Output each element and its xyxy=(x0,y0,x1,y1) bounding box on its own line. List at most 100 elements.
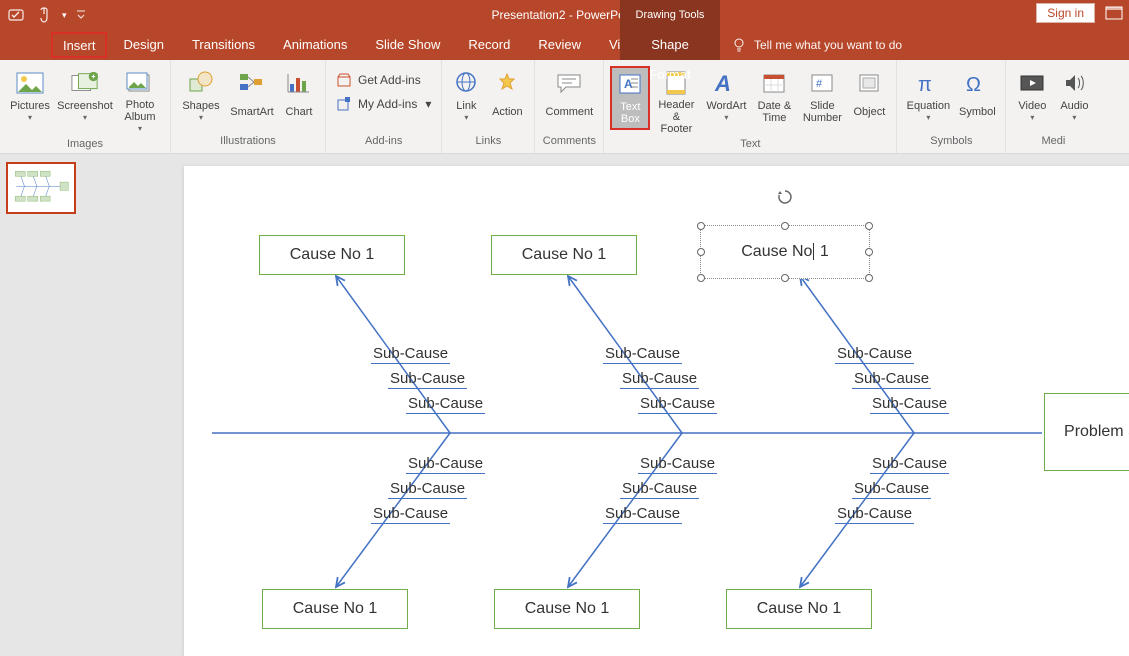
cause-box-5[interactable]: Cause No 1 xyxy=(494,589,640,629)
date-time-icon xyxy=(760,69,788,97)
audio-icon xyxy=(1060,69,1088,97)
ribbon-body: Pictures▾ Screenshot▾ Photo Album▾ Image… xyxy=(0,60,1129,154)
svg-text:π: π xyxy=(918,74,932,95)
wordart-button[interactable]: A WordArt▾ xyxy=(702,66,750,128)
tab-animations[interactable]: Animations xyxy=(269,30,361,60)
tab-design[interactable]: Design xyxy=(109,30,177,60)
date-time-button[interactable]: Date & Time xyxy=(752,66,796,128)
text-box-icon: A xyxy=(616,70,644,98)
comment-button[interactable]: Comment xyxy=(541,66,597,128)
pictures-button[interactable]: Pictures▾ xyxy=(6,66,54,128)
tell-me-search[interactable]: Tell me what you want to do xyxy=(732,38,902,52)
contextual-tools-label: Drawing Tools xyxy=(620,0,720,30)
subcause-label[interactable]: Sub-Cause xyxy=(371,505,450,524)
slide-thumbnails-panel[interactable] xyxy=(0,154,82,656)
video-button[interactable]: Video▾ xyxy=(1012,66,1052,128)
smartart-button[interactable]: SmartArt xyxy=(227,66,277,128)
screenshot-button[interactable]: Screenshot▾ xyxy=(56,66,114,128)
tab-shape-format[interactable]: Shape Format xyxy=(620,30,720,60)
touch-mouse-mode-icon[interactable] xyxy=(34,5,54,25)
subcause-label[interactable]: Sub-Cause xyxy=(638,395,717,414)
tab-record[interactable]: Record xyxy=(454,30,524,60)
ribbon-tabs: File Insert Design Transitions Animation… xyxy=(0,30,1129,60)
equation-icon: π xyxy=(914,69,942,97)
chart-icon xyxy=(285,69,313,97)
cause-box-1[interactable]: Cause No 1 xyxy=(259,235,405,275)
subcause-label[interactable]: Sub-Cause xyxy=(388,480,467,499)
svg-text:Ω: Ω xyxy=(966,74,981,95)
subcause-label[interactable]: Sub-Cause xyxy=(835,505,914,524)
slide-number-icon: # xyxy=(808,69,836,97)
get-addins-button[interactable]: Get Add-ins xyxy=(332,70,435,90)
slide-number-button[interactable]: # Slide Number xyxy=(798,66,846,128)
qat-customize-icon[interactable] xyxy=(75,5,87,25)
subcause-label[interactable]: Sub-Cause xyxy=(620,480,699,499)
link-button[interactable]: Link▾ xyxy=(448,66,484,128)
subcause-label[interactable]: Sub-Cause xyxy=(638,455,717,474)
group-label-images: Images xyxy=(6,138,164,153)
selected-text-box[interactable]: Cause No 1 xyxy=(700,225,870,279)
group-label-comments: Comments xyxy=(541,135,597,153)
subcause-label[interactable]: Sub-Cause xyxy=(603,345,682,364)
lightbulb-icon xyxy=(732,38,746,52)
svg-text:A: A xyxy=(714,71,731,95)
subcause-label[interactable]: Sub-Cause xyxy=(852,370,931,389)
tab-insert[interactable]: Insert xyxy=(51,32,108,58)
subcause-label[interactable]: Sub-Cause xyxy=(603,505,682,524)
photo-album-button[interactable]: Photo Album▾ xyxy=(116,66,164,138)
subcause-label[interactable]: Sub-Cause xyxy=(835,345,914,364)
store-icon xyxy=(336,72,352,88)
sign-in-button[interactable]: Sign in xyxy=(1036,3,1095,23)
group-label-addins: Add-ins xyxy=(332,135,435,153)
title-bar: ▾ Presentation2 - PowerPoint Drawing Too… xyxy=(0,0,1129,30)
slide-thumbnail-1[interactable] xyxy=(6,162,76,214)
tab-slideshow[interactable]: Slide Show xyxy=(361,30,454,60)
window-title: Presentation2 - PowerPoint xyxy=(0,8,1129,22)
problem-statement-box[interactable]: Problem Statement xyxy=(1044,393,1129,471)
action-icon xyxy=(493,69,521,97)
tell-me-placeholder: Tell me what you want to do xyxy=(754,38,902,52)
addins-icon xyxy=(336,96,352,112)
subcause-label[interactable]: Sub-Cause xyxy=(852,480,931,499)
group-label-text: Text xyxy=(610,138,890,153)
screenshot-icon xyxy=(71,69,99,97)
tab-review[interactable]: Review xyxy=(524,30,595,60)
slide-editor[interactable]: Cause No 1 Cause No 1 Cause No 1 Sub-Cau… xyxy=(82,154,1129,656)
subcause-label[interactable]: Sub-Cause xyxy=(620,370,699,389)
cause-box-2[interactable]: Cause No 1 xyxy=(491,235,637,275)
chart-button[interactable]: Chart xyxy=(279,66,319,128)
equation-button[interactable]: π Equation▾ xyxy=(903,66,953,128)
slide-canvas[interactable]: Cause No 1 Cause No 1 Cause No 1 Sub-Cau… xyxy=(184,166,1129,656)
pictures-icon xyxy=(16,69,44,97)
action-button[interactable]: Action xyxy=(486,66,528,128)
group-symbols: π Equation▾ Ω Symbol Symbols xyxy=(897,60,1006,153)
video-icon xyxy=(1018,69,1046,97)
subcause-label[interactable]: Sub-Cause xyxy=(870,395,949,414)
ribbon-display-options-icon[interactable] xyxy=(1105,6,1123,20)
tab-transitions[interactable]: Transitions xyxy=(178,30,269,60)
group-illustrations: Shapes▾ SmartArt Chart Illustrations xyxy=(171,60,326,153)
subcause-label[interactable]: Sub-Cause xyxy=(406,395,485,414)
wordart-icon: A xyxy=(712,69,740,97)
cause-box-4[interactable]: Cause No 1 xyxy=(262,589,408,629)
symbol-button[interactable]: Ω Symbol xyxy=(955,66,999,128)
subcause-label[interactable]: Sub-Cause xyxy=(388,370,467,389)
my-addins-button[interactable]: My Add-ins ▾ xyxy=(332,94,435,114)
rotate-handle-icon[interactable] xyxy=(776,188,794,206)
group-label-links: Links xyxy=(448,135,528,153)
group-text: A Text Box Header & Footer A WordArt▾ Da… xyxy=(604,60,897,153)
cause-box-6[interactable]: Cause No 1 xyxy=(726,589,872,629)
chevron-down-icon[interactable]: ▾ xyxy=(62,10,67,21)
group-media: Video▾ Audio▾ Medi xyxy=(1006,60,1100,153)
comment-icon xyxy=(555,69,583,97)
subcause-label[interactable]: Sub-Cause xyxy=(406,455,485,474)
autosave-toggle-icon[interactable] xyxy=(6,5,26,25)
shapes-button[interactable]: Shapes▾ xyxy=(177,66,225,128)
subcause-label[interactable]: Sub-Cause xyxy=(870,455,949,474)
object-button[interactable]: Object xyxy=(848,66,890,128)
subcause-label[interactable]: Sub-Cause xyxy=(371,345,450,364)
shapes-icon xyxy=(187,69,215,97)
smartart-icon xyxy=(238,69,266,97)
text-box-button[interactable]: A Text Box xyxy=(610,66,650,130)
audio-button[interactable]: Audio▾ xyxy=(1054,66,1094,128)
